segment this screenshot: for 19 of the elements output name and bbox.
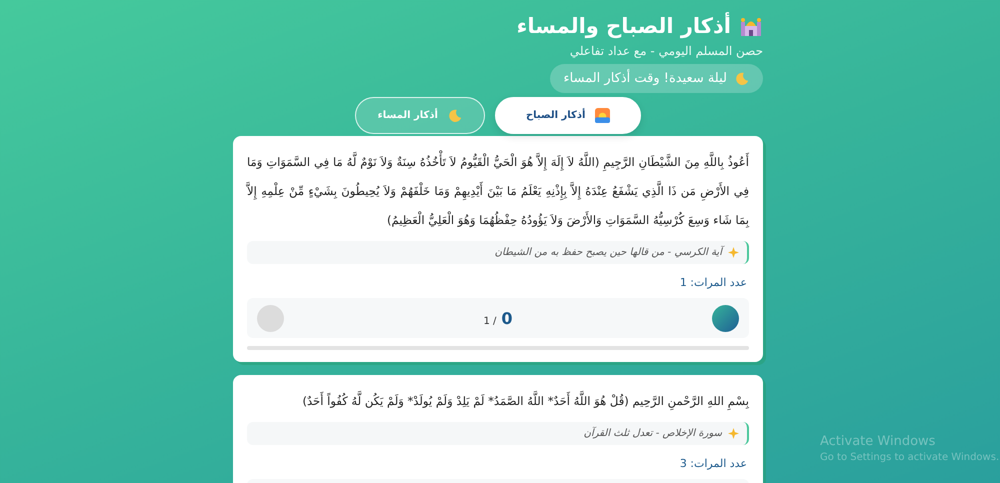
- greeting-text: ليلة سعيدة! وقت أذكار المساء: [564, 71, 727, 86]
- dhikr-text: أَعُوذُ بِاللَّهِ مِنَ الشَّيْطَانِ الرَّجِيمِ (اللَّهُ لاَ إِلَهَ إِلاَّ هُوَ الْحَيُّ الْقَيُّومُ لاَ تَأْخُذُهُ سِنَةٌ وَلاَ نَوْمٌ لَّهُ مَا فِي السَّمَوَاتِ وَمَا فِي الأَرْضِ مَن ذَا الَّذِي يَشْفَعُ عِنْدَهُ إِلاَّ بِإِذْنِهِ يَعْلَمُ مَا بَيْنَ أَيْدِيهِمْ وَمَا خَلْفَهُمْ وَلاَ يُحِيطُونَ بِشَيْءٍ مِّنْ عِلْمِهِ إِلاَّ بِمَا شَاء وَسِعَ كُرْسِيُّهُ السَّمَوَاتِ وَالأَرْضَ وَلاَ يَؤُودُهُ حِفْظُهُمَا وَهُوَ الْعَلِيُّ الْعَظِيمُ): [247, 148, 749, 235]
- moon-icon: [735, 72, 749, 86]
- dhikr-text: بِسْمِ اللهِ الرَّحْمنِ الرَّحِيم (قُلْ هُوَ اللَّهُ أَحَدٌ* اللَّهُ الصَّمَدُ* لَمْ يَلِدْ وَلَمْ يُولَدْ* وَلَمْ يَكُن لَّهُ كُفُواً أَحَدٌ): [247, 387, 749, 416]
- moon-icon: [448, 108, 462, 122]
- sparkle-icon: [728, 428, 739, 439]
- current-count: 0: [501, 308, 513, 328]
- subtitle: حصن المسلم اليومي - مع عداد تفاعلي: [570, 44, 763, 58]
- count-button[interactable]: [712, 304, 739, 332]
- activation-text: Go to Settings to activate Windows.: [820, 452, 1000, 463]
- sparkle-icon: [728, 247, 739, 258]
- note-text: سورة الإخلاص - تعدل ثلث القرآن: [584, 428, 722, 439]
- sunrise-icon: [595, 108, 610, 123]
- activation-title: Activate Windows: [820, 434, 936, 449]
- repeat-count: عدد المرات: 1: [678, 276, 748, 289]
- repeat-count: عدد المرات: 3: [678, 457, 748, 470]
- page-title: أذكار الصباح والمساء: [516, 14, 731, 38]
- tab[interactable]: أذكار الصباح: [494, 97, 642, 134]
- total-count: / 1: [483, 316, 496, 326]
